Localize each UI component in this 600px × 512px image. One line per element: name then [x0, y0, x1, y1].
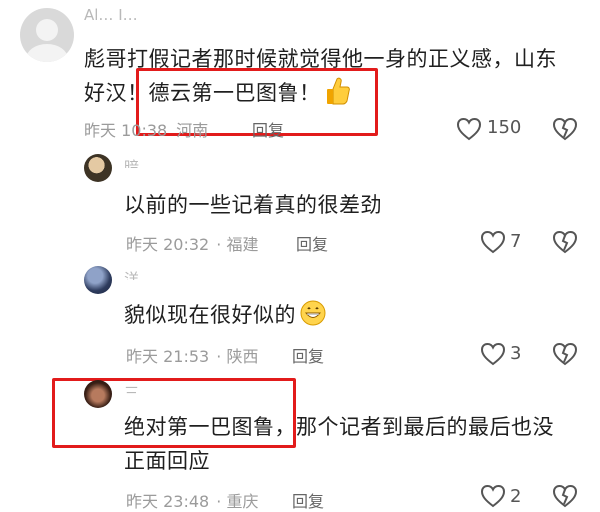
timestamp: 昨天 10:38 [84, 121, 168, 140]
username[interactable]: Al… I… [84, 6, 204, 20]
comment-text-line: 好汉！德云第一巴图鲁！ [84, 76, 584, 110]
avatar[interactable] [84, 380, 112, 408]
reply-button[interactable]: 回复 [292, 488, 324, 512]
avatar[interactable] [20, 8, 74, 62]
location: 河南 [176, 121, 209, 140]
comment-text-line: 绝对第一巴图鲁，那个记者到最后的最后也没 [124, 415, 554, 439]
heart-icon[interactable] [480, 341, 506, 367]
heart-icon[interactable] [456, 116, 482, 142]
thumbs-up-icon [326, 77, 350, 105]
comment-text-line: 正面回应 [124, 449, 210, 473]
comment-text-line: 彪哥打假记者那时候就觉得他一身的正义感，山东 [84, 47, 557, 71]
heart-icon[interactable] [480, 483, 506, 509]
broken-heart-icon[interactable] [552, 116, 578, 142]
like-count: 7 [510, 231, 522, 252]
username[interactable]: 暗… [124, 156, 294, 168]
reply-button[interactable]: 回复 [296, 231, 328, 255]
comment-text: 彪哥打假记者那时候就觉得他一身的正义感，山东 好汉！德云第一巴图鲁！ [84, 42, 584, 110]
timestamp: 昨天 20:32 [126, 235, 210, 254]
reply-button[interactable]: 回复 [252, 117, 284, 141]
location: 福建 [226, 235, 259, 254]
comment-text: 以前的一些记着真的很差劲 [124, 193, 382, 217]
avatar[interactable] [84, 154, 112, 182]
username[interactable]: 洋… [124, 268, 354, 280]
broken-heart-icon[interactable] [552, 483, 578, 509]
like-count: 3 [510, 343, 522, 364]
comment-text-body: 貌似现在很好似的 [124, 303, 296, 327]
location: 陕西 [226, 347, 259, 366]
like-count: 150 [487, 117, 522, 138]
grinning-face-icon [300, 300, 326, 326]
comment-meta: 昨天 21:53 · 陕西 [126, 347, 259, 366]
broken-heart-icon[interactable] [552, 229, 578, 255]
timestamp: 昨天 23:48 [126, 492, 210, 511]
broken-heart-icon[interactable] [552, 341, 578, 367]
avatar[interactable] [84, 266, 112, 294]
heart-icon[interactable] [480, 229, 506, 255]
location: 重庆 [226, 492, 259, 511]
like-count: 2 [510, 486, 522, 507]
comment-text-line-2: 好汉！德云第一巴图鲁！ [84, 81, 321, 105]
comment-text: 绝对第一巴图鲁，那个记者到最后的最后也没 正面回应 [124, 410, 574, 478]
username[interactable]: 三… [124, 382, 244, 394]
comment-meta: 昨天 20:32 · 福建 [126, 235, 259, 254]
comment-text: 貌似现在很好似的 [124, 298, 564, 332]
comment-meta: 昨天 10:38 河南 [84, 117, 208, 141]
comment-meta: 昨天 23:48 · 重庆 [126, 492, 259, 511]
reply-button[interactable]: 回复 [292, 343, 324, 367]
timestamp: 昨天 21:53 [126, 347, 210, 366]
